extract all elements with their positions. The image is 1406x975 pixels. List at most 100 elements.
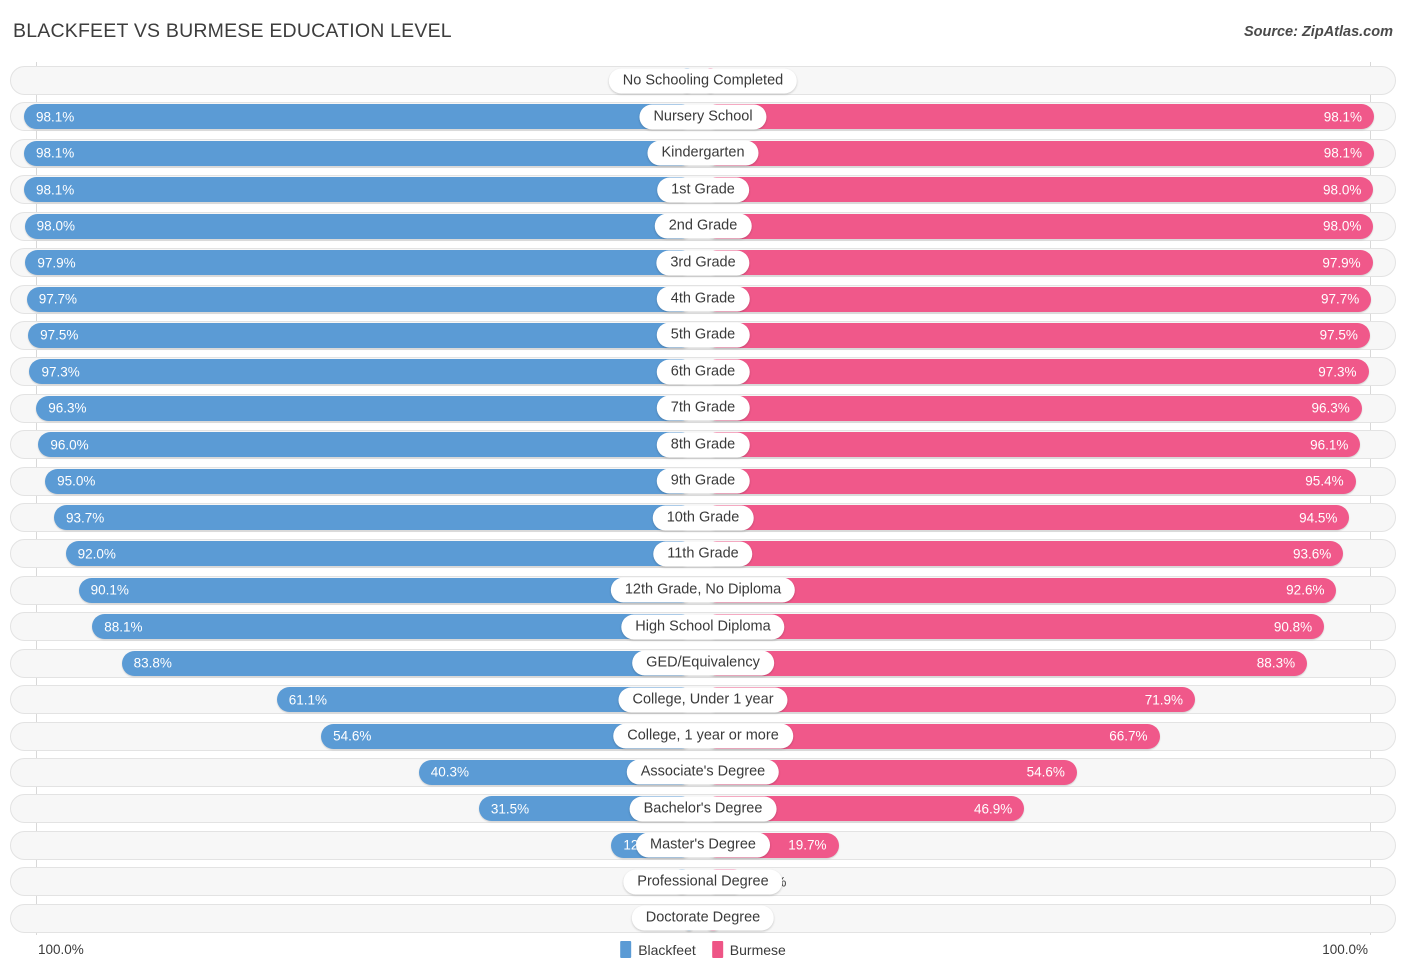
category-label: 6th Grade	[656, 359, 750, 385]
bar-track-burmese: 6.1%	[704, 868, 1387, 895]
bar-track-burmese: 98.1%	[704, 103, 1387, 130]
legend-item[interactable]: Blackfeet	[620, 941, 696, 958]
bar-track-burmese: 94.5%	[704, 504, 1387, 531]
bar-burmese: 98.1%	[704, 104, 1375, 130]
category-label: 7th Grade	[656, 395, 750, 421]
category-label: Associate's Degree	[626, 759, 780, 785]
bar-blackfeet: 93.7%	[54, 505, 694, 531]
bar-track-burmese: 19.7%	[704, 832, 1387, 859]
category-label: Bachelor's Degree	[629, 796, 777, 822]
bar-burmese: 97.3%	[704, 359, 1369, 385]
table-row: 83.8% 88.3% GED/Equivalency	[10, 648, 1396, 678]
bar-blackfeet: 98.1%	[23, 140, 694, 166]
bar-track-burmese: 97.9%	[704, 249, 1387, 276]
table-row: 3.5% 6.1%Professional Degree	[10, 867, 1396, 897]
category-label: 4th Grade	[656, 286, 750, 312]
bar-value-label: 97.7%	[1321, 291, 1360, 307]
bar-track-blackfeet: 96.3%	[11, 395, 694, 422]
bar-value-label: 31.5%	[490, 801, 530, 817]
bar-track-blackfeet: 1.5%	[11, 905, 694, 932]
table-row: 88.1% 90.8% High School Diploma	[10, 612, 1396, 642]
bar-blackfeet: 97.7%	[26, 286, 694, 312]
bar-track-blackfeet: 95.0%	[11, 468, 694, 495]
bar-track-burmese: 46.9%	[704, 795, 1387, 822]
category-label: 10th Grade	[652, 505, 754, 531]
bar-value-label: 95.0%	[57, 473, 96, 489]
bar-blackfeet: 96.0%	[38, 432, 694, 458]
category-label: Doctorate Degree	[631, 905, 775, 931]
bar-value-label: 40.3%	[430, 764, 470, 780]
bar-value-label: 97.3%	[41, 364, 80, 380]
bar-track-blackfeet: 92.0%	[11, 540, 694, 567]
bar-track-burmese: 97.3%	[704, 358, 1387, 385]
bar-blackfeet: 88.1%	[92, 614, 694, 640]
bar-track-blackfeet: 2.0%	[11, 67, 694, 94]
table-row: 1.5% 2.6%Doctorate Degree	[10, 903, 1396, 933]
table-row: 12.1% 19.7% Master's Degree	[10, 830, 1396, 860]
bar-value-label: 96.1%	[1310, 437, 1349, 453]
axis-max-right: 100.0%	[1322, 942, 1368, 957]
bar-blackfeet: 98.1%	[23, 104, 694, 130]
bar-track-blackfeet: 97.3%	[11, 358, 694, 385]
category-label: 11th Grade	[653, 541, 753, 567]
bar-value-label: 96.0%	[50, 437, 89, 453]
bar-value-label: 98.0%	[1323, 218, 1362, 234]
bar-value-label: 66.7%	[1109, 728, 1148, 744]
table-row: 92.0% 93.6% 11th Grade	[10, 539, 1396, 569]
bar-track-blackfeet: 98.1%	[11, 176, 694, 203]
bar-value-label: 96.3%	[1311, 400, 1350, 416]
bar-burmese: 94.5%	[704, 505, 1350, 531]
bar-value-label: 71.9%	[1144, 692, 1184, 708]
bar-track-burmese: 71.9%	[704, 686, 1387, 713]
table-row: 97.9% 97.9% 3rd Grade	[10, 248, 1396, 278]
category-label: GED/Equivalency	[632, 650, 774, 676]
diverging-bar-chart: 2.0%1.9%No Schooling Completed98.1%98.1%…	[0, 62, 1406, 935]
bar-blackfeet: 97.9%	[25, 250, 694, 276]
axis-max-left: 100.0%	[38, 942, 84, 957]
legend-item[interactable]: Burmese	[711, 941, 786, 958]
bar-burmese: 98.0%	[704, 213, 1374, 239]
bar-value-label: 54.6%	[1026, 764, 1065, 780]
bar-value-label: 97.3%	[1318, 364, 1357, 380]
bar-track-burmese: 92.6%	[704, 577, 1387, 604]
page-title: BLACKFEET VS BURMESE EDUCATION LEVEL	[13, 20, 452, 42]
legend-label: Blackfeet	[638, 941, 696, 958]
table-row: 40.3% 54.6% Associate's Degree	[10, 757, 1396, 787]
bar-value-label: 90.8%	[1273, 619, 1313, 635]
bar-value-label: 88.3%	[1256, 655, 1296, 671]
category-label: Master's Degree	[636, 832, 770, 858]
bar-track-blackfeet: 40.3%	[11, 759, 694, 786]
table-row: 98.1% 98.1% Kindergarten	[10, 138, 1396, 168]
bar-track-blackfeet: 54.6%	[11, 723, 694, 750]
bar-value-label: 98.0%	[36, 218, 75, 234]
bar-track-burmese: 54.6%	[704, 759, 1387, 786]
source-attribution: Source: ZipAtlas.com	[1243, 24, 1393, 40]
chart-footer: 100.0% 100.0% Blackfeet Burmese	[0, 935, 1406, 975]
bar-value-label: 97.9%	[1322, 255, 1361, 271]
table-row: 54.6% 66.7% College, 1 year or more	[10, 721, 1396, 751]
bar-track-burmese: 98.0%	[704, 213, 1387, 240]
category-label: Kindergarten	[647, 140, 759, 166]
bar-track-burmese: 90.8%	[704, 613, 1387, 640]
bar-track-blackfeet: 12.1%	[11, 832, 694, 859]
bar-track-blackfeet: 88.1%	[11, 613, 694, 640]
bar-blackfeet: 95.0%	[45, 468, 694, 494]
bar-value-label: 46.9%	[974, 801, 1013, 817]
bar-burmese: 98.0%	[704, 177, 1374, 203]
table-row: 31.5% 46.9% Bachelor's Degree	[10, 794, 1396, 824]
bar-track-blackfeet: 97.9%	[11, 249, 694, 276]
category-label: College, Under 1 year	[618, 687, 788, 713]
bar-track-blackfeet: 97.7%	[11, 286, 694, 313]
bar-track-blackfeet: 31.5%	[11, 795, 694, 822]
table-row: 90.1% 92.6% 12th Grade, No Diploma	[10, 575, 1396, 605]
bar-value-label: 98.0%	[1323, 182, 1362, 198]
bar-track-burmese: 98.1%	[704, 140, 1387, 167]
bar-blackfeet: 98.0%	[24, 213, 694, 239]
table-row: 98.0% 98.0% 2nd Grade	[10, 211, 1396, 241]
bar-blackfeet: 97.5%	[28, 322, 694, 348]
bar-track-burmese: 93.6%	[704, 540, 1387, 567]
bar-track-burmese: 1.9%	[704, 67, 1387, 94]
table-row: 95.0% 95.4% 9th Grade	[10, 466, 1396, 496]
bar-track-burmese: 96.1%	[704, 431, 1387, 458]
table-row: 98.1% 98.1% Nursery School	[10, 102, 1396, 132]
